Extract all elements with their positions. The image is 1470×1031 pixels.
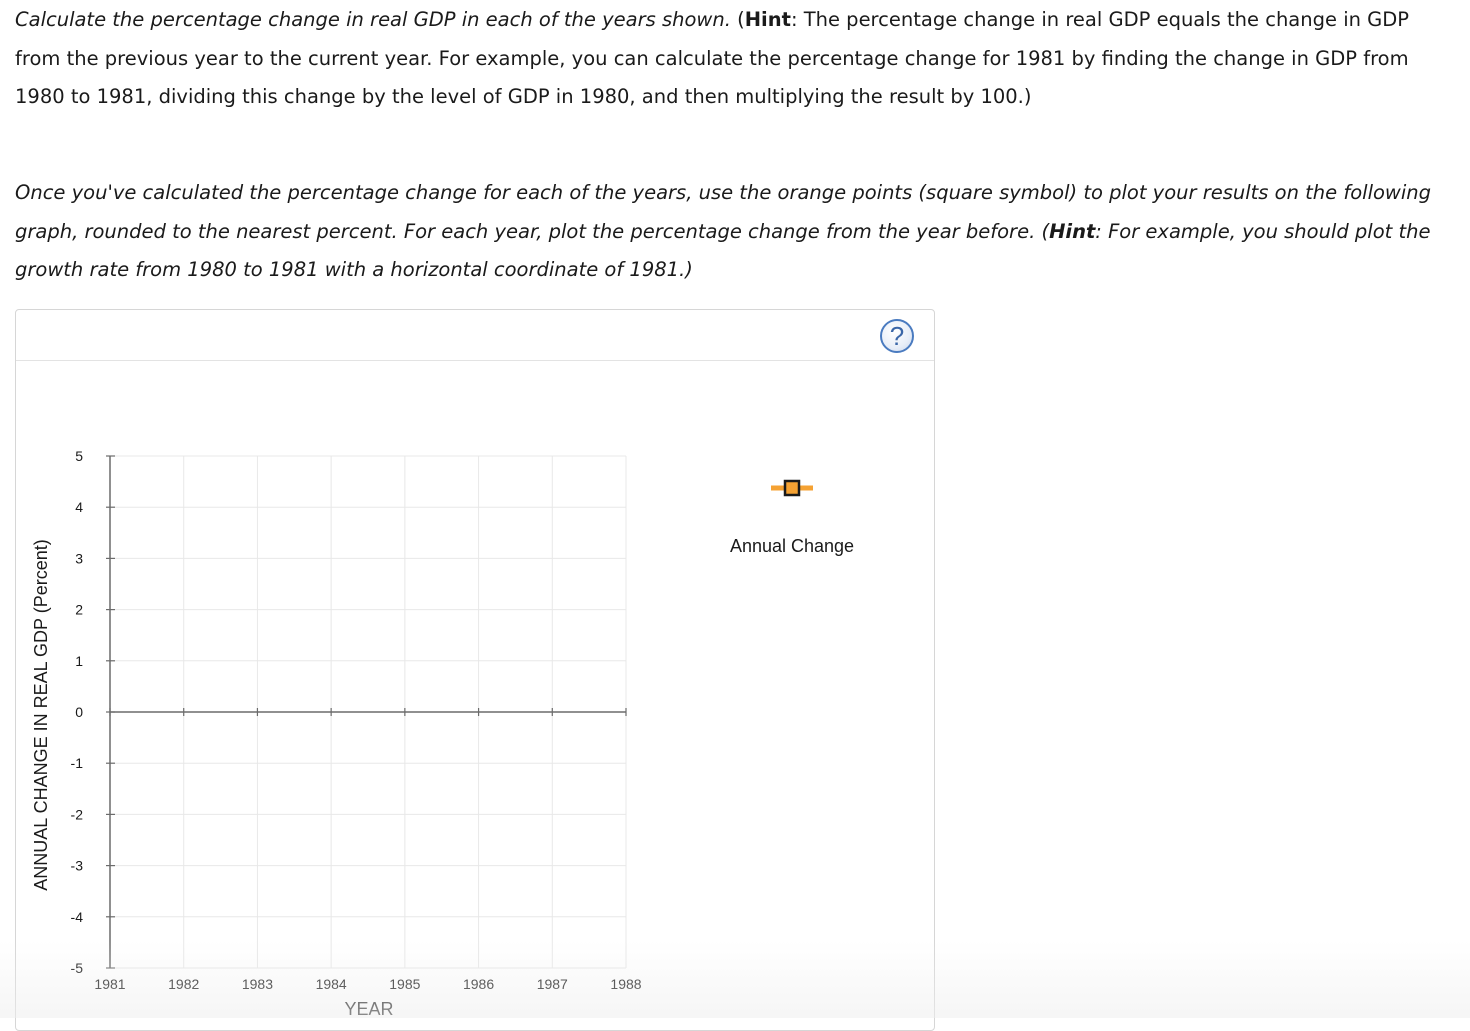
x-tick-label: 1987 — [537, 976, 568, 992]
y-tick-label: -4 — [71, 909, 84, 925]
y-tick-label: 5 — [75, 448, 83, 464]
graph-canvas[interactable]: 5 4 3 2 1 0 -1 -2 -3 -4 -5 1981 1982 1983 1984 1985 1986… — [0, 0, 1470, 1018]
annual-change-tool-label[interactable]: Annual Change — [730, 536, 854, 556]
x-axis-label: YEAR — [344, 999, 393, 1018]
y-tick-label: 3 — [75, 550, 83, 566]
x-tick-label: 1985 — [389, 976, 420, 992]
x-tick-label: 1982 — [168, 976, 199, 992]
y-tick-label: 2 — [75, 602, 83, 618]
annual-change-tool[interactable] — [771, 479, 813, 497]
x-tick-label: 1983 — [242, 976, 273, 992]
y-tick-label: 1 — [75, 653, 83, 669]
y-axis-label: ANNUAL CHANGE IN REAL GDP (Percent) — [31, 539, 51, 890]
x-tick-label: 1981 — [94, 976, 125, 992]
y-tick-label: 0 — [75, 704, 83, 720]
y-tick-label: -5 — [71, 960, 84, 976]
x-tick-label: 1984 — [316, 976, 347, 992]
y-tick-label: -2 — [71, 806, 84, 822]
x-tick-label: 1988 — [610, 976, 641, 992]
y-tick-label: 4 — [75, 499, 83, 515]
y-tick-label: -1 — [71, 755, 84, 771]
x-tick-label: 1986 — [463, 976, 494, 992]
y-tick-label: -3 — [71, 858, 84, 874]
orange-square-point-icon — [783, 479, 801, 497]
tick-labels: 5 4 3 2 1 0 -1 -2 -3 -4 -5 1981 1982 1983 1984 1985 1986… — [71, 448, 642, 992]
